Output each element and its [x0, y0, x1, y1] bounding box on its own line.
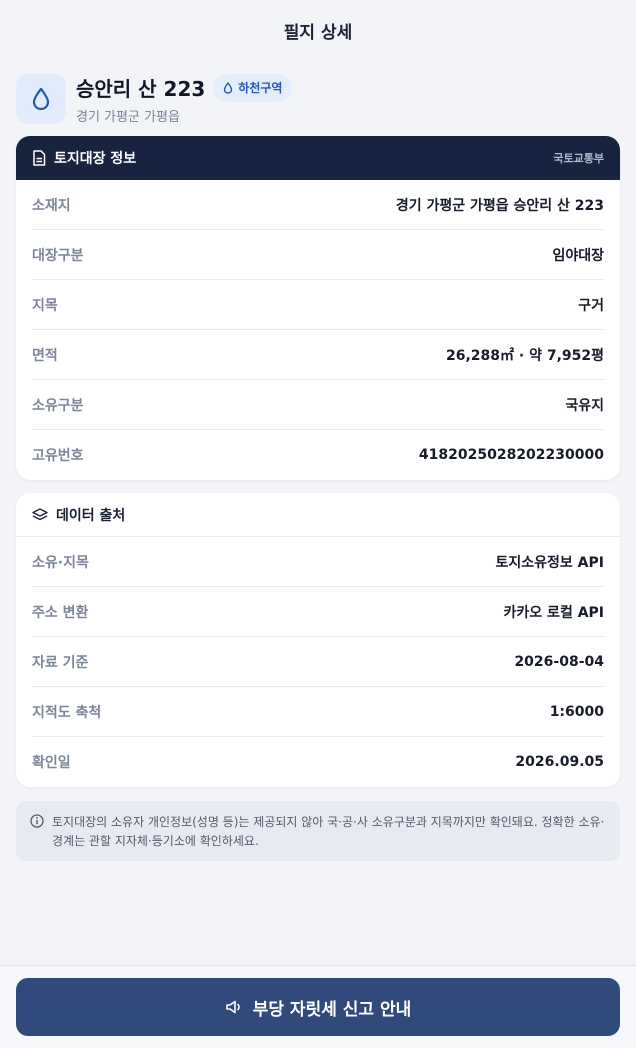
data-source-header: 데이터 출처 [16, 493, 620, 537]
row-label: 지목 [32, 297, 58, 314]
notice-text: 토지대장의 소유자 개인정보(성명 등)는 제공되지 않아 국·공·사 소유구분… [52, 815, 605, 848]
row-label: 소재지 [32, 197, 71, 214]
land-registry-header: 토지대장 정보 국토교통부 [16, 136, 620, 180]
row-value: 국유지 [565, 397, 604, 414]
parcel-header: 승안리 산 223 하천구역 경기 가평군 가평읍 [0, 60, 636, 126]
row-value: 26,288㎡ · 약 7,952평 [445, 347, 604, 364]
row-land-category: 지목 구거 [32, 280, 604, 330]
row-ownership-type: 소유구분 국유지 [32, 380, 604, 430]
row-label: 지적도 축척 [32, 704, 102, 721]
row-label: 소유·지목 [32, 554, 89, 571]
row-value: 토지소유정보 API [495, 554, 604, 571]
document-icon [33, 150, 46, 166]
row-label: 고유번호 [32, 448, 84, 464]
report-guide-button[interactable]: 부당 자릿세 신고 안내 [16, 978, 620, 1036]
row-area: 면적 26,288㎡ · 약 7,952평 [32, 330, 604, 380]
privacy-notice: 토지대장의 소유자 개인정보(성명 등)는 제공되지 않아 국·공·사 소유구분… [16, 801, 620, 861]
data-source-title: 데이터 출처 [56, 507, 126, 524]
megaphone-icon [225, 1000, 240, 1014]
row-location: 소재지 경기 가평군 가평읍 승안리 산 223 [32, 180, 604, 230]
page-title: 필지 상세 [283, 22, 353, 43]
land-registry-source: 국토교통부 [553, 152, 604, 165]
zone-badge-label: 하천구역 [238, 81, 283, 95]
row-label: 자료 기준 [32, 654, 89, 671]
layers-icon [32, 507, 48, 520]
report-guide-label: 부당 자릿세 신고 안내 [252, 999, 412, 1020]
row-map-scale: 지적도 축척 1:6000 [32, 687, 604, 737]
row-label: 확인일 [32, 755, 71, 771]
land-registry-title: 토지대장 정보 [54, 151, 137, 167]
land-registry-card: 토지대장 정보 국토교통부 소재지 경기 가평군 가평읍 승안리 산 223 대… [16, 136, 620, 480]
row-value: 카카오 로컬 API [503, 604, 604, 621]
row-value: 4182025028202230000 [418, 447, 604, 463]
water-drop-icon [16, 74, 66, 124]
land-registry-rows: 소재지 경기 가평군 가평읍 승안리 산 223 대장구분 임야대장 지목 구거… [16, 180, 620, 480]
row-ownership-source: 소유·지목 토지소유정보 API [32, 537, 604, 587]
parcel-title: 승안리 산 223 [76, 77, 206, 101]
row-value: 2026-08-04 [514, 653, 604, 670]
row-value: 2026.09.05 [515, 754, 604, 770]
row-value: 경기 가평군 가평읍 승안리 산 223 [395, 197, 604, 214]
row-value: 1:6000 [549, 703, 604, 720]
row-label: 소유구분 [32, 397, 84, 414]
row-value: 임야대장 [552, 247, 604, 264]
zone-badge: 하천구역 [213, 73, 293, 102]
info-icon [30, 814, 44, 828]
row-label: 주소 변환 [32, 604, 89, 621]
row-value: 구거 [578, 297, 604, 314]
row-unique-id: 고유번호 4182025028202230000 [32, 430, 604, 480]
row-label: 대장구분 [32, 247, 84, 264]
data-source-rows: 소유·지목 토지소유정보 API 주소 변환 카카오 로컬 API 자료 기준 … [16, 537, 620, 787]
top-bar: 필지 상세 [0, 0, 636, 60]
row-ledger-type: 대장구분 임야대장 [32, 230, 604, 280]
row-data-basis: 자료 기준 2026-08-04 [32, 637, 604, 687]
water-drop-icon [224, 81, 233, 94]
data-source-card: 데이터 출처 소유·지목 토지소유정보 API 주소 변환 카카오 로컬 API… [16, 493, 620, 787]
parcel-address: 경기 가평군 가평읍 [76, 110, 180, 125]
row-confirm-date: 확인일 2026.09.05 [32, 737, 604, 787]
row-address-conversion: 주소 변환 카카오 로컬 API [32, 587, 604, 637]
row-label: 면적 [32, 347, 58, 364]
